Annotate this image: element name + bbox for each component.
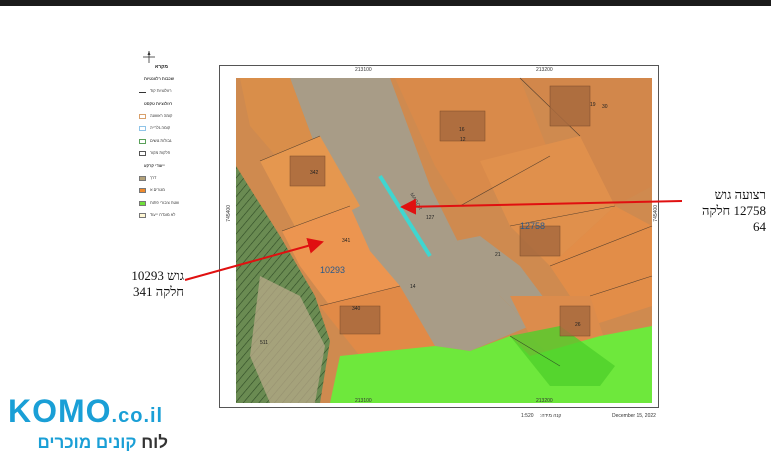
annotation-right-line2: 12758 חלקה <box>702 203 766 218</box>
annotation-right-line1: רצועה גוש <box>714 187 766 202</box>
annotation-right-line3: 64 <box>753 219 766 234</box>
komo-logo[interactable]: KOMO.co.il לוח קונים מוכרים <box>8 395 168 453</box>
arrow-left <box>184 238 324 281</box>
brand-tagline: לוח קונים מוכרים <box>37 433 168 452</box>
annotation-left: גוש 10293 חלקה 341 <box>112 268 184 300</box>
annotation-right: רצועה גוש 12758 חלקה 64 <box>686 187 766 235</box>
brand-tld: .co.il <box>111 405 164 427</box>
brand-name: KOMO.co.il <box>8 393 164 429</box>
annotation-left-line1: גוש 10293 <box>131 268 184 283</box>
annotation-arrows <box>184 198 683 281</box>
annotation-left-line2: חלקה 341 <box>133 284 184 299</box>
arrow-right <box>400 198 683 215</box>
